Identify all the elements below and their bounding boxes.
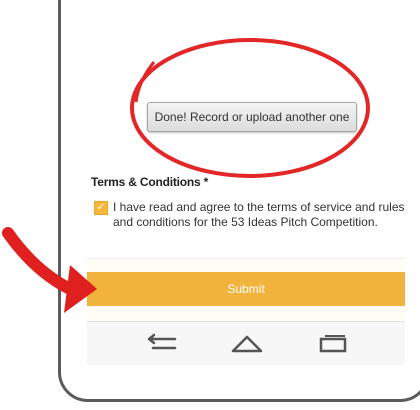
home-icon[interactable] bbox=[229, 331, 265, 355]
terms-heading: Terms & Conditions * bbox=[91, 175, 209, 189]
submit-button[interactable]: Submit bbox=[87, 272, 405, 306]
recent-apps-icon[interactable] bbox=[315, 331, 351, 355]
terms-agreement-text: I have read and agree to the terms of se… bbox=[113, 200, 405, 229]
back-icon[interactable] bbox=[143, 331, 179, 355]
record-upload-button[interactable]: Done! Record or upload another one bbox=[147, 102, 357, 132]
terms-checkbox[interactable]: ✓ bbox=[94, 201, 108, 215]
terms-agreement-row[interactable]: ✓ I have read and agree to the terms of … bbox=[94, 200, 406, 230]
android-nav-bar bbox=[87, 321, 405, 365]
